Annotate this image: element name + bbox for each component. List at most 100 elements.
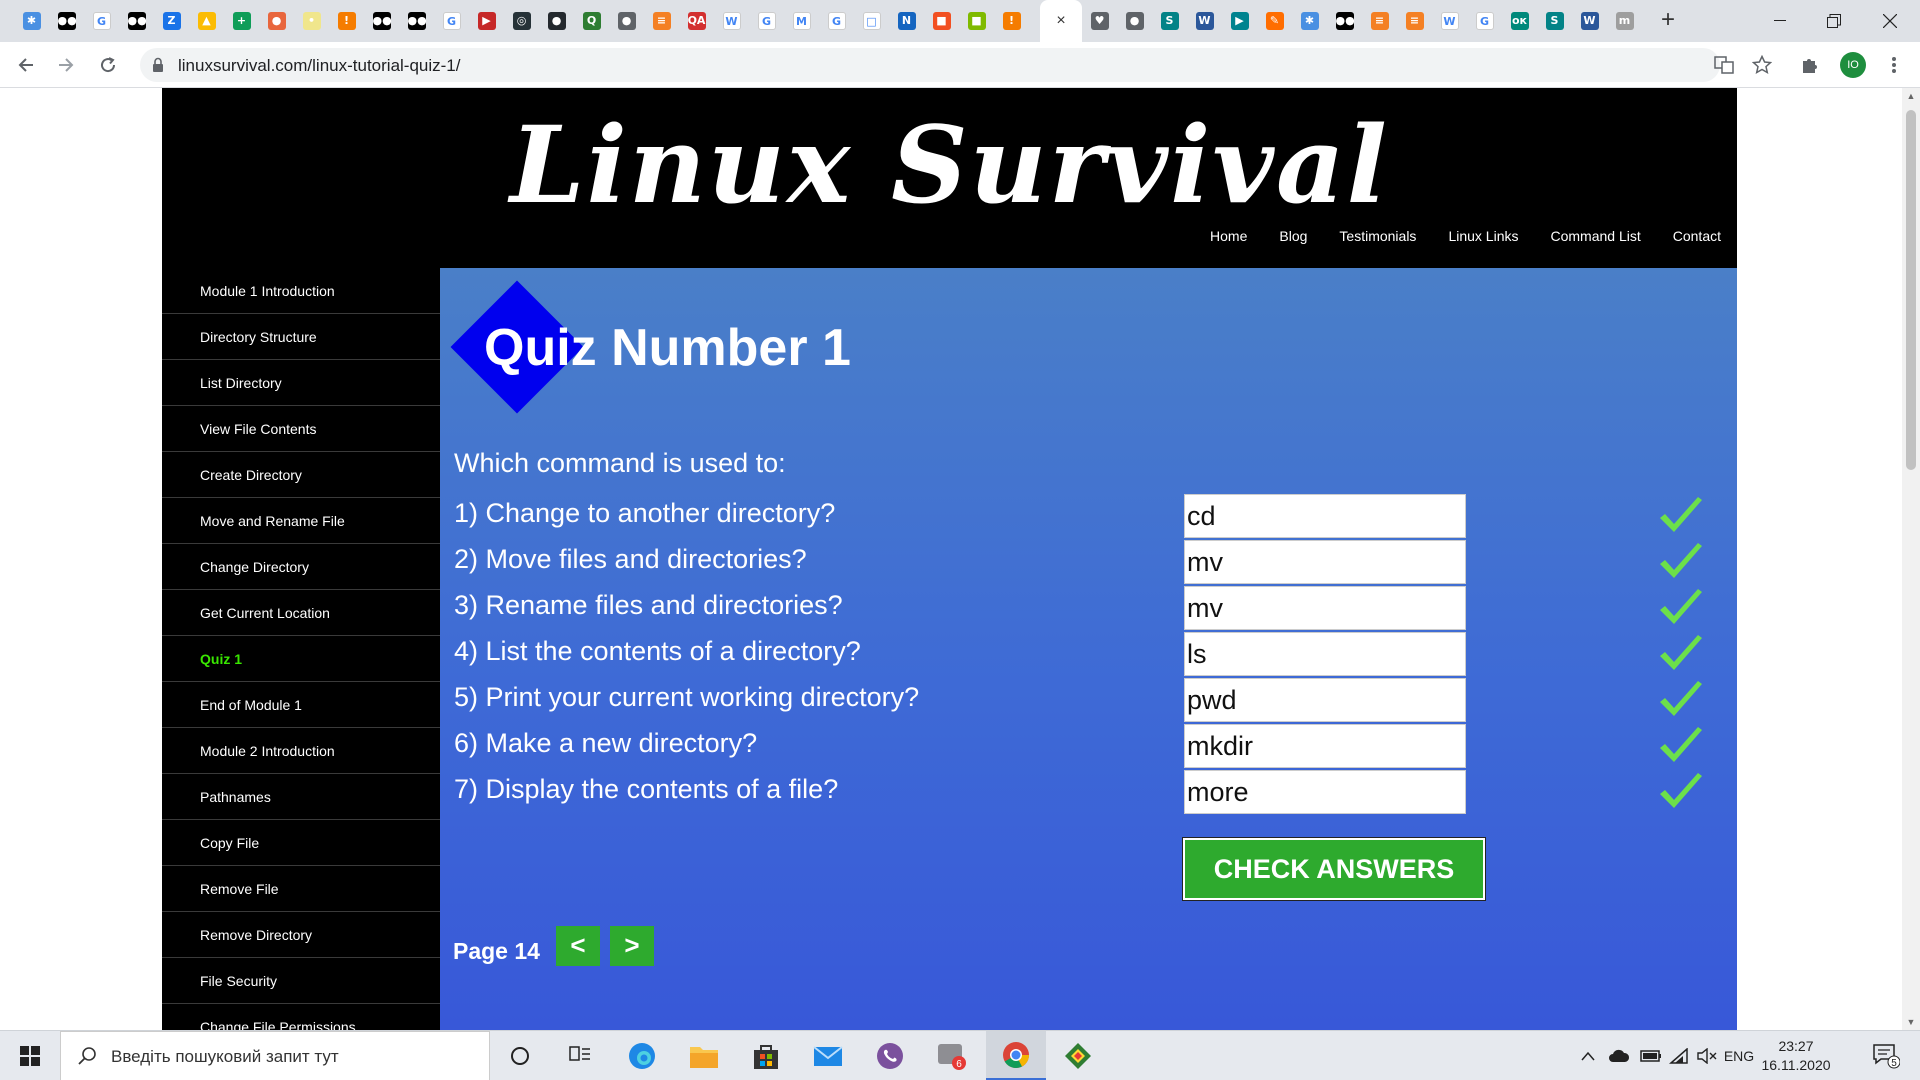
translate-button[interactable]: [1710, 51, 1738, 79]
sidebar-item-copy-file[interactable]: Copy File: [162, 820, 440, 866]
browser-tab[interactable]: N: [889, 8, 924, 34]
browser-tab[interactable]: ●: [539, 8, 574, 34]
sidebar-item-remove-directory[interactable]: Remove Directory: [162, 912, 440, 958]
address-bar[interactable]: linuxsurvival.com/linux-tutorial-quiz-1/: [140, 48, 1720, 82]
browser-tab[interactable]: G: [1467, 8, 1502, 34]
sidebar-item-module-2-introduction[interactable]: Module 2 Introduction: [162, 728, 440, 774]
new-tab-button[interactable]: +: [1655, 8, 1681, 34]
answer-input[interactable]: pwd: [1184, 678, 1466, 722]
prev-page-button[interactable]: <: [556, 926, 600, 966]
browser-tab[interactable]: Z: [154, 8, 189, 34]
browser-tab[interactable]: ▶: [1222, 8, 1257, 34]
scroll-down-arrow-icon[interactable]: ▼: [1902, 1014, 1920, 1030]
store-taskbar-app[interactable]: [736, 1031, 796, 1080]
language-indicator[interactable]: ENG: [1722, 1031, 1756, 1080]
dev-taskbar-app[interactable]: [1048, 1031, 1108, 1080]
browser-tab[interactable]: ●●: [1327, 8, 1362, 34]
browser-tab[interactable]: G: [749, 8, 784, 34]
site-logo-title[interactable]: Linux Survival: [162, 102, 1737, 227]
restore-button[interactable]: [1806, 0, 1862, 42]
browser-tab[interactable]: W: [1187, 8, 1222, 34]
sidebar-item-module-1-introduction[interactable]: Module 1 Introduction: [162, 268, 440, 314]
browser-tab[interactable]: W: [1432, 8, 1467, 34]
browser-tab[interactable]: !: [994, 8, 1029, 34]
sidebar-item-create-directory[interactable]: Create Directory: [162, 452, 440, 498]
wifi-tray[interactable]: [1664, 1031, 1694, 1080]
mail-taskbar-app[interactable]: [798, 1031, 858, 1080]
scroll-up-arrow-icon[interactable]: ▲: [1902, 88, 1920, 104]
bookmark-button[interactable]: [1748, 51, 1776, 79]
tab-close-icon[interactable]: ×: [1056, 12, 1065, 30]
browser-tab[interactable]: m: [1607, 8, 1642, 34]
browser-tab[interactable]: ▲: [189, 8, 224, 34]
browser-tab[interactable]: ●●: [399, 8, 434, 34]
browser-tab[interactable]: ●●: [119, 8, 154, 34]
browser-tab[interactable]: ●: [609, 8, 644, 34]
browser-tab[interactable]: ✎: [1257, 8, 1292, 34]
browser-tab[interactable]: ✱: [14, 8, 49, 34]
browser-tab[interactable]: G: [434, 8, 469, 34]
browser-tab[interactable]: ◎: [504, 8, 539, 34]
viber-taskbar-app[interactable]: [860, 1031, 920, 1080]
browser-tab[interactable]: ▶: [469, 8, 504, 34]
reload-button[interactable]: [94, 51, 122, 79]
browser-tab[interactable]: ●: [259, 8, 294, 34]
nav-link-contact[interactable]: Contact: [1673, 228, 1721, 244]
explorer-taskbar-app[interactable]: [674, 1031, 734, 1080]
browser-tab[interactable]: Q: [574, 8, 609, 34]
next-page-button[interactable]: >: [610, 926, 654, 966]
active-tab[interactable]: ×: [1040, 0, 1082, 42]
profile-avatar[interactable]: IO: [1840, 52, 1866, 78]
answer-input[interactable]: more: [1184, 770, 1466, 814]
sidebar-item-move-and-rename-file[interactable]: Move and Rename File: [162, 498, 440, 544]
onedrive-tray[interactable]: [1604, 1031, 1634, 1080]
edge-taskbar-app[interactable]: [612, 1031, 672, 1080]
back-button[interactable]: [12, 51, 40, 79]
browser-tab[interactable]: ■: [959, 8, 994, 34]
action-center-button[interactable]: 5: [1862, 1031, 1910, 1080]
tray-expand-button[interactable]: [1576, 1031, 1600, 1080]
sidebar-item-change-directory[interactable]: Change Directory: [162, 544, 440, 590]
extensions-button[interactable]: [1796, 51, 1824, 79]
browser-tab[interactable]: S: [1537, 8, 1572, 34]
browser-tab[interactable]: ●●: [49, 8, 84, 34]
answer-input[interactable]: cd: [1184, 494, 1466, 538]
nav-link-testimonials[interactable]: Testimonials: [1339, 228, 1416, 244]
browser-tab[interactable]: G: [84, 8, 119, 34]
nav-link-linux-links[interactable]: Linux Links: [1448, 228, 1518, 244]
nav-link-home[interactable]: Home: [1210, 228, 1247, 244]
browser-tab[interactable]: ■: [924, 8, 959, 34]
browser-tab[interactable]: ≡: [644, 8, 679, 34]
minimize-button[interactable]: [1752, 0, 1808, 42]
menu-button[interactable]: [1880, 51, 1908, 79]
chrome-taskbar-app[interactable]: [986, 1031, 1046, 1080]
close-window-button[interactable]: [1862, 0, 1918, 42]
task-view-button[interactable]: [490, 1031, 550, 1080]
start-button[interactable]: [0, 1031, 60, 1080]
url-text[interactable]: linuxsurvival.com/linux-tutorial-quiz-1/: [178, 56, 460, 76]
sidebar-item-end-of-module-1[interactable]: End of Module 1: [162, 682, 440, 728]
browser-tab[interactable]: ✱: [1292, 8, 1327, 34]
battery-tray[interactable]: [1636, 1031, 1666, 1080]
browser-tab[interactable]: ●●: [364, 8, 399, 34]
answer-input[interactable]: mkdir: [1184, 724, 1466, 768]
browser-tab[interactable]: ≡: [1362, 8, 1397, 34]
sidebar-item-view-file-contents[interactable]: View File Contents: [162, 406, 440, 452]
sidebar-item-directory-structure[interactable]: Directory Structure: [162, 314, 440, 360]
sidebar-item-file-security[interactable]: File Security: [162, 958, 440, 1004]
browser-tab[interactable]: ♥: [1082, 8, 1117, 34]
browser-tab[interactable]: S: [1152, 8, 1187, 34]
timeline-button[interactable]: [550, 1031, 610, 1080]
page-scrollbar[interactable]: ▲ ▼: [1902, 88, 1920, 1030]
browser-tab[interactable]: •: [294, 8, 329, 34]
browser-tab[interactable]: M: [784, 8, 819, 34]
browser-tab[interactable]: □: [854, 8, 889, 34]
browser-tab[interactable]: !: [329, 8, 364, 34]
taskbar-search-box[interactable]: Введіть пошуковий запит тут: [60, 1031, 490, 1080]
browser-tab[interactable]: ок: [1502, 8, 1537, 34]
browser-tab[interactable]: QA: [679, 8, 714, 34]
sidebar-item-remove-file[interactable]: Remove File: [162, 866, 440, 912]
sidebar-item-quiz-1[interactable]: Quiz 1: [162, 636, 440, 682]
browser-tab[interactable]: +: [224, 8, 259, 34]
sidebar-item-list-directory[interactable]: List Directory: [162, 360, 440, 406]
